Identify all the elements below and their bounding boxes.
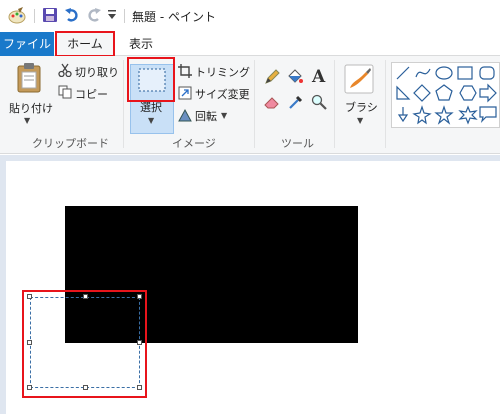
down-arrow-shape-icon[interactable]: [397, 107, 409, 123]
title-separator: [34, 9, 35, 23]
tab-view[interactable]: 表示: [123, 32, 159, 56]
select-dropdown-icon[interactable]: ▼: [148, 116, 154, 125]
magnifier-icon[interactable]: [311, 94, 327, 113]
brush-icon[interactable]: [344, 64, 374, 97]
copy-button[interactable]: コピー: [75, 86, 108, 102]
shapes-gallery: [391, 62, 500, 128]
callout-shape-icon[interactable]: [479, 106, 497, 123]
group-divider: [254, 60, 255, 148]
title-separator: [124, 9, 125, 23]
rounded-rectangle-shape-icon[interactable]: [479, 66, 495, 80]
five-point-star-shape-icon[interactable]: [434, 105, 454, 125]
fill-icon[interactable]: [286, 69, 304, 88]
pencil-icon[interactable]: [264, 69, 280, 88]
brushes-dropdown-icon[interactable]: ▼: [357, 116, 363, 125]
crop-icon: [178, 64, 192, 81]
eraser-icon[interactable]: [264, 94, 280, 113]
oval-shape-icon[interactable]: [435, 66, 453, 80]
color-picker-icon[interactable]: [288, 94, 304, 113]
paste-icon[interactable]: [16, 62, 44, 97]
group-divider: [334, 60, 335, 148]
paste-button[interactable]: 貼り付け: [9, 100, 53, 116]
rotate-dropdown-icon[interactable]: ▼: [221, 111, 227, 120]
resize-icon: [178, 86, 192, 103]
six-point-star-shape-icon[interactable]: [458, 105, 478, 125]
tools-group-label: ツール: [281, 137, 314, 150]
four-point-star-shape-icon[interactable]: [412, 105, 432, 125]
redo-icon[interactable]: [86, 7, 102, 26]
right-arrow-shape-icon[interactable]: [479, 83, 497, 103]
copy-icon: [58, 85, 72, 102]
paste-dropdown-icon[interactable]: ▼: [24, 116, 30, 125]
chevron-down-icon[interactable]: [107, 9, 117, 24]
text-icon[interactable]: A: [311, 67, 327, 88]
brushes-button[interactable]: ブラシ: [345, 99, 378, 115]
rectangle-shape-icon[interactable]: [457, 66, 473, 80]
undo-icon[interactable]: [64, 7, 80, 26]
svg-text:A: A: [311, 67, 326, 85]
ribbon: 貼り付け ▼ 切り取り コピー クリップボード 選択 ▼ トリミング サイズ変更…: [0, 56, 500, 154]
diamond-shape-icon[interactable]: [413, 84, 431, 102]
triangle-shape-icon[interactable]: [396, 85, 411, 100]
line-shape-icon[interactable]: [396, 66, 410, 80]
window-title: 無題 - ペイント: [132, 10, 216, 24]
pentagon-shape-icon[interactable]: [435, 84, 453, 101]
selection-highlight-frame: [22, 290, 147, 398]
image-group-label: イメージ: [172, 137, 216, 150]
crop-button[interactable]: トリミング: [195, 64, 250, 80]
paint-app-icon[interactable]: [8, 7, 26, 28]
select-highlight-frame: [127, 57, 175, 102]
title-bar: 無題 - ペイント: [0, 0, 500, 32]
group-divider: [123, 60, 124, 148]
clipboard-group-label: クリップボード: [32, 137, 109, 150]
rotate-button[interactable]: 回転: [195, 108, 217, 124]
ribbon-tab-bar: ファイル ホーム 表示: [0, 31, 500, 57]
resize-button[interactable]: サイズ変更: [195, 86, 250, 102]
hexagon-shape-icon[interactable]: [459, 85, 477, 101]
rotate-icon: [178, 108, 192, 125]
tab-file[interactable]: ファイル: [0, 32, 54, 56]
scissors-icon: [58, 63, 72, 80]
group-divider: [385, 60, 386, 148]
save-icon[interactable]: [42, 7, 58, 26]
cut-button[interactable]: 切り取り: [75, 64, 119, 80]
curve-shape-icon[interactable]: [415, 68, 431, 78]
tab-home[interactable]: ホーム: [55, 31, 115, 57]
